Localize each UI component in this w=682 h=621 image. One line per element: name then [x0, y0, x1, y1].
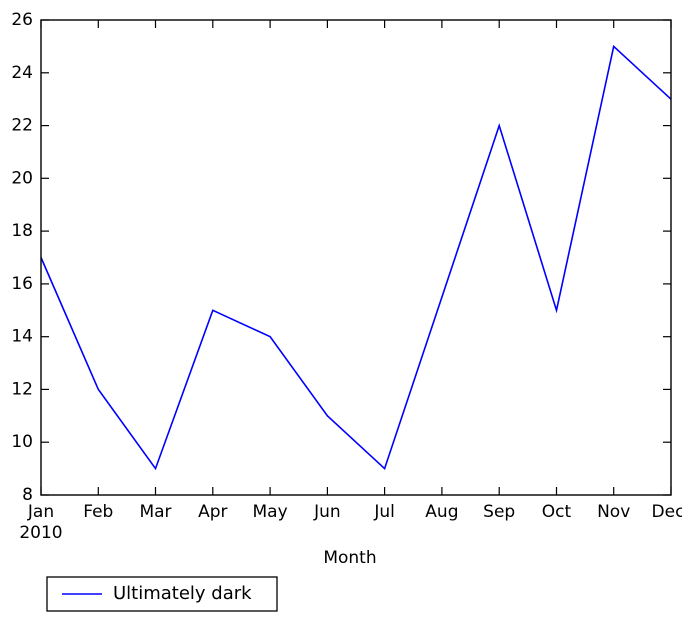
- y-tick-labels: 26 24 22 20 18 16 14 12 10 8: [11, 10, 33, 505]
- y-tick-label: 14: [11, 327, 33, 347]
- chart-figure: 26 24 22 20 18 16 14 12 10 8 Jan Feb Mar…: [0, 0, 682, 621]
- y-tick-label: 16: [11, 274, 33, 294]
- x-tick-label: Nov: [597, 502, 630, 522]
- x-axis-title: Month: [323, 548, 376, 568]
- x-tick-label: Apr: [198, 502, 227, 522]
- x-tick-label: Aug: [425, 502, 458, 522]
- x-tick-label: Jun: [313, 502, 341, 522]
- x-tick-label: Jul: [373, 502, 395, 522]
- legend-label: Ultimately dark: [113, 583, 252, 604]
- y-tick-label: 24: [11, 63, 33, 83]
- x-tick-label: Feb: [83, 502, 113, 522]
- chart-legend[interactable]: Ultimately dark: [46, 576, 278, 612]
- y-tick-label: 20: [11, 168, 33, 188]
- x-tick-label: Oct: [542, 502, 572, 522]
- y-tick-label: 12: [11, 379, 33, 399]
- plot-area-background: [41, 20, 671, 495]
- x-tick-label: May: [253, 502, 288, 522]
- x-tick-label: Mar: [139, 502, 171, 522]
- x-axis-year-label: 2010: [19, 523, 62, 543]
- y-tick-label: 22: [11, 116, 33, 136]
- y-tick-label: 18: [11, 221, 33, 241]
- x-tick-label: Sep: [483, 502, 515, 522]
- x-tick-label: Jan: [27, 502, 54, 522]
- line-chart: 26 24 22 20 18 16 14 12 10 8 Jan Feb Mar…: [11, 10, 682, 612]
- x-tick-label: Dec: [652, 502, 682, 522]
- y-tick-label: 10: [11, 432, 33, 452]
- y-tick-label: 26: [11, 10, 33, 30]
- x-tick-labels: Jan Feb Mar Apr May Jun Jul Aug Sep Oct …: [27, 502, 682, 522]
